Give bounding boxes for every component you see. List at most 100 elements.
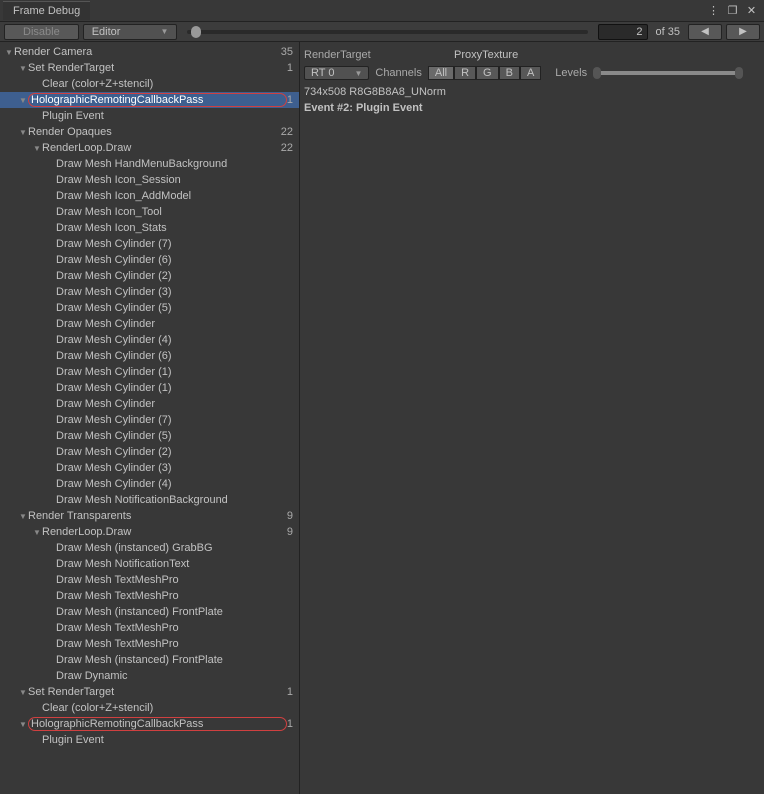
tree-row-label: Render Opaques bbox=[28, 126, 281, 138]
triangle-down-icon[interactable]: ▼ bbox=[18, 96, 28, 105]
tree-row[interactable]: ▼Render Transparents9 bbox=[0, 508, 299, 524]
tree-row[interactable]: ▼Draw Mesh Cylinder bbox=[0, 316, 299, 332]
tree-row[interactable]: ▼Draw Mesh Cylinder (4) bbox=[0, 332, 299, 348]
chevron-down-icon: ▼ bbox=[354, 69, 362, 78]
channel-b-button[interactable]: B bbox=[499, 66, 520, 80]
tree-row[interactable]: ▼Draw Mesh NotificationText bbox=[0, 556, 299, 572]
spacer: ▼ bbox=[46, 480, 56, 489]
titlebar: Frame Debug ⋮ ❐ ✕ bbox=[0, 0, 764, 22]
tree-row[interactable]: ▼RenderLoop.Draw22 bbox=[0, 140, 299, 156]
tree-row-label: Draw Mesh Icon_Tool bbox=[56, 206, 295, 218]
event-total-label: of 35 bbox=[652, 26, 684, 38]
tree-row[interactable]: ▼Draw Mesh Cylinder (4) bbox=[0, 476, 299, 492]
tree-row[interactable]: ▼Draw Mesh Cylinder (5) bbox=[0, 428, 299, 444]
tree-row-label: Set RenderTarget bbox=[28, 686, 287, 698]
levels-max-thumb[interactable] bbox=[735, 67, 743, 79]
tree-row-count: 22 bbox=[281, 126, 295, 138]
channel-g-button[interactable]: G bbox=[476, 66, 499, 80]
details-panel: RenderTarget ProxyTexture RT 0 ▼ Channel… bbox=[300, 42, 764, 794]
tree-row[interactable]: ▼RenderLoop.Draw9 bbox=[0, 524, 299, 540]
tree-row[interactable]: ▼Clear (color+Z+stencil) bbox=[0, 700, 299, 716]
window-tab[interactable]: Frame Debug bbox=[3, 1, 90, 20]
triangle-down-icon[interactable]: ▼ bbox=[4, 48, 14, 57]
tree-row-label: Clear (color+Z+stencil) bbox=[42, 78, 295, 90]
tree-row[interactable]: ▼Draw Mesh Cylinder (2) bbox=[0, 268, 299, 284]
tree-row[interactable]: ▼Draw Mesh TextMeshPro bbox=[0, 636, 299, 652]
tree-row-label: Plugin Event bbox=[42, 734, 295, 746]
rt-dropdown[interactable]: RT 0 ▼ bbox=[304, 66, 369, 80]
editor-dropdown[interactable]: Editor ▼ bbox=[83, 24, 178, 40]
tree-row[interactable]: ▼Plugin Event bbox=[0, 732, 299, 748]
tree-row-label: Draw Mesh Cylinder (1) bbox=[56, 382, 295, 394]
tree-row[interactable]: ▼Set RenderTarget1 bbox=[0, 684, 299, 700]
slider-thumb[interactable] bbox=[191, 26, 201, 38]
next-event-button[interactable]: ▶ bbox=[726, 24, 760, 40]
tree-row[interactable]: ▼Draw Mesh TextMeshPro bbox=[0, 588, 299, 604]
spacer: ▼ bbox=[46, 448, 56, 457]
disable-button[interactable]: Disable bbox=[4, 24, 79, 40]
tree-row-count: 35 bbox=[281, 46, 295, 58]
tree-row[interactable]: ▼Draw Mesh Cylinder (7) bbox=[0, 236, 299, 252]
triangle-down-icon[interactable]: ▼ bbox=[18, 128, 28, 137]
spacer: ▼ bbox=[46, 224, 56, 233]
menu-icon[interactable]: ⋮ bbox=[707, 4, 720, 17]
tree-row[interactable]: ▼Draw Dynamic bbox=[0, 668, 299, 684]
tree-row[interactable]: ▼Render Camera35 bbox=[0, 44, 299, 60]
triangle-down-icon[interactable]: ▼ bbox=[18, 64, 28, 73]
tree-row[interactable]: ▼Draw Mesh Cylinder (3) bbox=[0, 460, 299, 476]
tree-row-label: Draw Mesh Cylinder bbox=[56, 318, 295, 330]
event-number-input[interactable] bbox=[598, 24, 648, 40]
prev-event-button[interactable]: ◀ bbox=[688, 24, 722, 40]
tree-row-label: Draw Mesh TextMeshPro bbox=[56, 574, 295, 586]
tree-row[interactable]: ▼HolographicRemotingCallbackPass1 bbox=[0, 92, 299, 108]
tree-row[interactable]: ▼HolographicRemotingCallbackPass1 bbox=[0, 716, 299, 732]
tree-row[interactable]: ▼Render Opaques22 bbox=[0, 124, 299, 140]
tree-row[interactable]: ▼Draw Mesh TextMeshPro bbox=[0, 572, 299, 588]
spacer: ▼ bbox=[46, 656, 56, 665]
tree-row[interactable]: ▼Draw Mesh (instanced) GrabBG bbox=[0, 540, 299, 556]
tree-row[interactable]: ▼Draw Mesh Icon_AddModel bbox=[0, 188, 299, 204]
tree-row[interactable]: ▼Plugin Event bbox=[0, 108, 299, 124]
tree-row[interactable]: ▼Draw Mesh Cylinder (6) bbox=[0, 348, 299, 364]
tree-row-count: 22 bbox=[281, 142, 295, 154]
tree-row[interactable]: ▼Draw Mesh TextMeshPro bbox=[0, 620, 299, 636]
tree-row[interactable]: ▼Draw Mesh (instanced) FrontPlate bbox=[0, 604, 299, 620]
triangle-down-icon[interactable]: ▼ bbox=[32, 528, 42, 537]
tree-row[interactable]: ▼Draw Mesh Icon_Stats bbox=[0, 220, 299, 236]
tree-row[interactable]: ▼Draw Mesh Cylinder (1) bbox=[0, 380, 299, 396]
spacer: ▼ bbox=[46, 176, 56, 185]
event-slider[interactable] bbox=[187, 30, 587, 34]
levels-min-thumb[interactable] bbox=[593, 67, 601, 79]
tree-row[interactable]: ▼Draw Mesh Cylinder (5) bbox=[0, 300, 299, 316]
spacer: ▼ bbox=[32, 704, 42, 713]
triangle-down-icon[interactable]: ▼ bbox=[32, 144, 42, 153]
tree-row[interactable]: ▼Draw Mesh HandMenuBackground bbox=[0, 156, 299, 172]
triangle-down-icon[interactable]: ▼ bbox=[18, 512, 28, 521]
tree-row[interactable]: ▼Draw Mesh NotificationBackground bbox=[0, 492, 299, 508]
channel-a-button[interactable]: A bbox=[520, 66, 541, 80]
event-tree[interactable]: ▼Render Camera35▼Set RenderTarget1▼Clear… bbox=[0, 42, 300, 794]
tree-row[interactable]: ▼Draw Mesh Cylinder (1) bbox=[0, 364, 299, 380]
tree-row[interactable]: ▼Clear (color+Z+stencil) bbox=[0, 76, 299, 92]
channel-r-button[interactable]: R bbox=[454, 66, 476, 80]
tree-row[interactable]: ▼Draw Mesh (instanced) FrontPlate bbox=[0, 652, 299, 668]
tree-row[interactable]: ▼Draw Mesh Cylinder bbox=[0, 396, 299, 412]
render-target-value: ProxyTexture bbox=[454, 49, 518, 61]
tree-row[interactable]: ▼Draw Mesh Cylinder (2) bbox=[0, 444, 299, 460]
spacer: ▼ bbox=[46, 368, 56, 377]
triangle-down-icon[interactable]: ▼ bbox=[18, 720, 28, 729]
triangle-down-icon[interactable]: ▼ bbox=[18, 688, 28, 697]
channel-all-button[interactable]: All bbox=[428, 66, 454, 80]
tree-row[interactable]: ▼Draw Mesh Cylinder (7) bbox=[0, 412, 299, 428]
tree-row-label: Draw Mesh Cylinder (3) bbox=[56, 286, 295, 298]
tree-row[interactable]: ▼Draw Mesh Icon_Tool bbox=[0, 204, 299, 220]
tree-row[interactable]: ▼Draw Mesh Cylinder (3) bbox=[0, 284, 299, 300]
maximize-icon[interactable]: ❐ bbox=[726, 4, 739, 17]
tree-row[interactable]: ▼Draw Mesh Cylinder (6) bbox=[0, 252, 299, 268]
tree-row[interactable]: ▼Set RenderTarget1 bbox=[0, 60, 299, 76]
tree-row[interactable]: ▼Draw Mesh Icon_Session bbox=[0, 172, 299, 188]
levels-slider[interactable] bbox=[593, 71, 743, 75]
event-info: Event #2: Plugin Event bbox=[304, 102, 760, 114]
tree-row-label: Draw Mesh Cylinder bbox=[56, 398, 295, 410]
close-icon[interactable]: ✕ bbox=[745, 4, 758, 17]
